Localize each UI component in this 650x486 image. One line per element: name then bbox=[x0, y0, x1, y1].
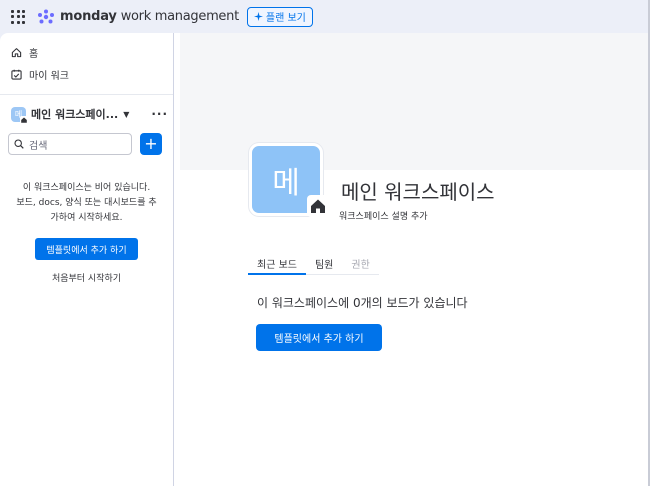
workspace-description[interactable]: 워크스페이스 설명 추가 bbox=[339, 209, 428, 222]
tab-members[interactable]: 팀원 bbox=[306, 256, 342, 275]
top-bar: monday work management 플랜 보기 bbox=[0, 0, 650, 33]
brand-name: monday bbox=[60, 9, 117, 24]
workspace-selector[interactable]: 메 메인 워크스페이... ▼ ··· bbox=[0, 103, 173, 125]
workspace-name: 메인 워크스페이... bbox=[31, 108, 119, 121]
search-icon bbox=[14, 139, 24, 149]
sidebar-empty-message: 이 워크스페이스는 비어 있습니다. 보드, docs, 양식 또는 대시보드를… bbox=[0, 181, 173, 226]
sparkle-icon bbox=[253, 12, 263, 21]
plus-icon: + bbox=[144, 134, 158, 153]
add-item-button[interactable]: + bbox=[140, 133, 162, 155]
boards-empty-message: 이 워크스페이스에 0개의 보드가 있습니다 bbox=[257, 296, 468, 310]
sidebar-item-label: 홈 bbox=[29, 48, 39, 60]
tab-recent-boards[interactable]: 최근 보드 bbox=[248, 256, 306, 275]
sidebar-divider bbox=[0, 94, 173, 95]
empty-line: 가하여 시작하세요. bbox=[50, 213, 123, 223]
home-icon bbox=[20, 115, 28, 124]
start-from-scratch-link[interactable]: 처음부터 시작하기 bbox=[0, 271, 173, 284]
sidebar: 홈 마이 워크 메 메인 워크스페이... ▼ ··· 검색 + 이 워크스페이… bbox=[0, 33, 174, 486]
calendar-check-icon bbox=[11, 69, 22, 80]
monday-logo[interactable]: monday work management bbox=[37, 9, 239, 25]
sidebar-item-my-work[interactable]: 마이 워크 bbox=[0, 63, 173, 85]
empty-line: 보드, docs, 양식 또는 대시보드를 추 bbox=[16, 198, 157, 208]
empty-line: 이 워크스페이스는 비어 있습니다. bbox=[22, 183, 151, 193]
chevron-down-icon: ▼ bbox=[123, 109, 130, 119]
monday-logo-icon bbox=[38, 9, 54, 23]
sidebar-add-from-template-button[interactable]: 템플릿에서 추가 하기 bbox=[35, 238, 138, 260]
workspace-badge: 메 bbox=[11, 106, 28, 124]
more-options-icon[interactable]: ··· bbox=[151, 107, 168, 121]
main-panel: 홈 마이 워크 메 메인 워크스페이... ▼ ··· 검색 + 이 워크스페이… bbox=[0, 33, 650, 486]
tab-permissions[interactable]: 권한 bbox=[342, 256, 378, 275]
see-plans-label: 플랜 보기 bbox=[265, 13, 306, 24]
add-from-template-button[interactable]: 템플릿에서 추가 하기 bbox=[256, 324, 382, 351]
search-placeholder: 검색 bbox=[29, 140, 48, 152]
sidebar-item-label: 마이 워크 bbox=[29, 70, 69, 82]
home-icon bbox=[11, 47, 22, 57]
workspace-content: 메 메인 워크스페이스 워크스페이스 설명 추가 최근 보드 팀원 권한 이 워… bbox=[180, 33, 650, 486]
search-input[interactable]: 검색 bbox=[8, 133, 132, 155]
home-icon bbox=[307, 195, 329, 217]
brand-subtitle: work management bbox=[120, 9, 239, 24]
sidebar-item-home[interactable]: 홈 bbox=[0, 41, 173, 63]
workspace-title[interactable]: 메인 워크스페이스 bbox=[341, 176, 495, 205]
see-plans-button[interactable]: 플랜 보기 bbox=[246, 6, 313, 27]
search-row: 검색 + bbox=[0, 133, 173, 155]
apps-grid-icon[interactable] bbox=[11, 9, 25, 24]
workspace-avatar-letter: 메 bbox=[272, 165, 300, 201]
workspace-tabs: 최근 보드 팀원 권한 bbox=[248, 256, 379, 275]
